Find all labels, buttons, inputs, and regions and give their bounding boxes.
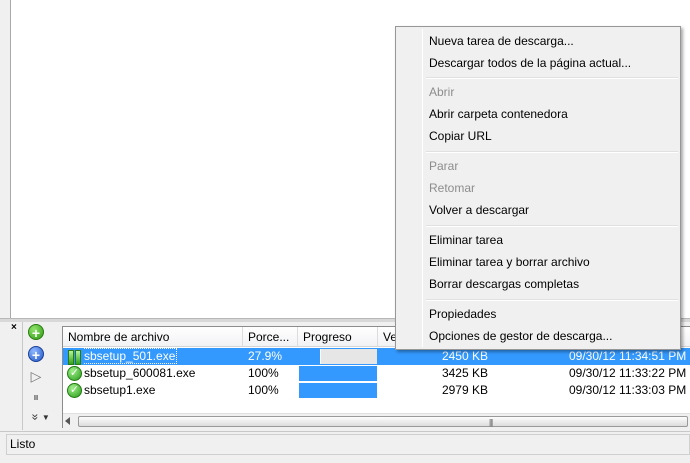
add-download-button[interactable]: +: [27, 345, 45, 363]
menu-separator: [426, 77, 678, 79]
add-blue-icon: +: [28, 346, 44, 363]
resume-button[interactable]: ▷: [27, 367, 45, 385]
menu-separator: [426, 225, 678, 227]
menu-icon-gutter: [422, 29, 423, 347]
status-text: Listo: [10, 437, 36, 451]
menu-item-clear-completed[interactable]: Borrar descargas completas: [429, 273, 679, 295]
scroll-left-icon[interactable]: [65, 417, 70, 425]
check-icon: ✓: [67, 383, 82, 398]
row-progress-bar: [299, 383, 377, 398]
row-size: 2979 KB: [441, 383, 488, 397]
menu-separator: [426, 151, 678, 153]
add-icon: +: [28, 324, 44, 341]
row-progress-bar: [299, 349, 377, 364]
progress-fill: [299, 383, 377, 398]
row-percent: 100%: [248, 383, 279, 397]
context-menu: Nueva tarea de descarga... Descargar tod…: [395, 26, 681, 350]
menu-separator: [426, 299, 678, 301]
close-panel-icon[interactable]: ×: [11, 323, 21, 333]
table-row[interactable]: sbsetup_501.exe 27.9% 2450 KB 09/30/12 1…: [63, 348, 690, 365]
progress-fill: [299, 349, 321, 364]
menu-item-new-download[interactable]: Nueva tarea de descarga...: [429, 30, 679, 52]
column-header-percent[interactable]: Porce...: [243, 327, 298, 347]
menu-item-redownload[interactable]: Volver a descargar: [429, 199, 679, 221]
column-header-progress[interactable]: Progreso: [298, 327, 378, 347]
pause-icon: [68, 350, 81, 365]
table-row[interactable]: ✓ sbsetup_600081.exe 100% 3425 KB 09/30/…: [63, 365, 690, 382]
progress-fill: [299, 366, 377, 381]
scroll-grip-icon: |||: [489, 418, 493, 427]
menu-item-download-all[interactable]: Descargar todos de la página actual...: [429, 52, 679, 74]
menu-item-stop: Parar: [429, 159, 459, 173]
row-progress-bar: [299, 366, 377, 381]
horizontal-scrollbar[interactable]: |||: [63, 413, 690, 428]
scroll-thumb[interactable]: |||: [78, 416, 688, 427]
menu-item-open-folder[interactable]: Abrir carpeta contenedora: [429, 103, 679, 125]
menu-item-open: Abrir: [429, 85, 455, 99]
menu-item-delete-task[interactable]: Eliminar tarea: [429, 229, 679, 251]
new-download-button[interactable]: +: [27, 323, 45, 341]
table-row[interactable]: ✓ sbsetup1.exe 100% 2979 KB 09/30/12 11:…: [63, 382, 690, 399]
window-left-edge: [0, 0, 10, 318]
row-size: 3425 KB: [441, 366, 488, 380]
menu-item-download-options[interactable]: Opciones de gestor de descarga...: [429, 325, 679, 347]
menu-item-properties[interactable]: Propiedades: [429, 303, 679, 325]
pause-button[interactable]: ⏸: [27, 388, 45, 406]
row-filename: sbsetup_600081.exe: [84, 366, 196, 380]
menu-item-delete-task-file[interactable]: Eliminar tarea y borrar archivo: [429, 251, 679, 273]
status-field: [6, 434, 690, 455]
status-bar: Listo: [0, 431, 690, 463]
row-date: 09/30/12 11:33:03 PM: [569, 383, 687, 397]
check-icon: ✓: [67, 366, 82, 381]
chevron-down-icon: ▼: [41, 412, 50, 422]
pause-icon: ⏸: [32, 389, 39, 404]
row-date: 09/30/12 11:33:22 PM: [569, 366, 687, 380]
row-size: 2450 KB: [441, 349, 488, 363]
column-header-filename[interactable]: Nombre de archivo: [63, 327, 243, 347]
menu-item-copy-url[interactable]: Copiar URL: [429, 125, 679, 147]
row-filename: sbsetup_501.exe: [83, 348, 178, 364]
row-filename: sbsetup1.exe: [84, 383, 156, 397]
row-percent: 27.9%: [248, 349, 283, 363]
more-tools-button[interactable]: » ▼: [27, 408, 55, 426]
more-icon: »: [28, 413, 43, 421]
row-date: 09/30/12 11:34:51 PM: [569, 349, 687, 363]
menu-item-resume: Retomar: [429, 181, 476, 195]
play-icon: ▷: [30, 367, 42, 384]
row-percent: 100%: [248, 366, 279, 380]
download-toolbar: + + ▷ ⏸ » ▼: [22, 322, 58, 430]
